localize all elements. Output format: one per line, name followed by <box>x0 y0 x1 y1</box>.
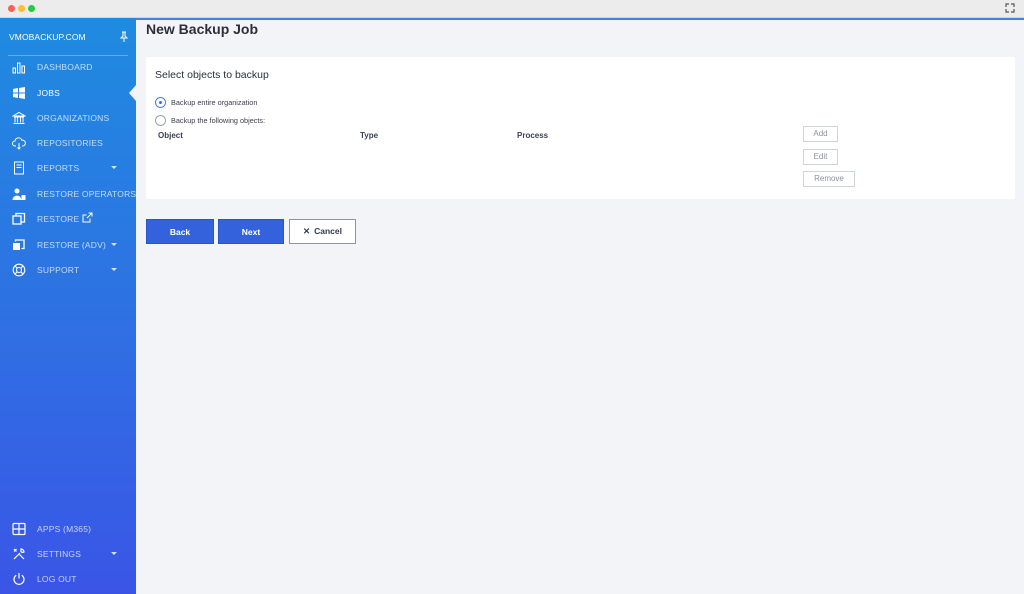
remove-button[interactable]: Remove <box>803 171 855 187</box>
sidebar-item-dashboard[interactable]: DASHBOARD <box>0 56 136 78</box>
restore-adv-icon <box>13 239 25 250</box>
pin-icon[interactable] <box>119 31 129 43</box>
sidebar-item-reports[interactable]: REPORTS <box>0 157 136 179</box>
backup-entire-org-option[interactable]: Backup entire organization <box>155 97 257 108</box>
bar-chart-icon <box>12 62 25 74</box>
radio-button[interactable] <box>155 97 166 108</box>
sidebar-item-organizations[interactable]: ORGANIZATIONS <box>0 107 136 129</box>
sidebar-item-label: REPOSITORIES <box>37 138 104 148</box>
power-icon <box>13 573 25 585</box>
chevron-down-icon <box>111 268 117 271</box>
sidebar-item-label: JOBS <box>37 88 61 98</box>
cancel-label: Cancel <box>314 226 342 236</box>
lifebuoy-icon <box>12 263 26 277</box>
card-title: Select objects to backup <box>155 69 269 81</box>
sidebar-item-apps[interactable]: APPS (M365) <box>0 518 136 540</box>
report-icon <box>14 161 24 175</box>
column-header-process[interactable]: Process <box>517 131 548 140</box>
sidebar-item-label: SUPPORT <box>37 265 80 275</box>
window-titlebar <box>0 0 1024 18</box>
cloud-icon <box>12 137 26 150</box>
backup-following-objects-option[interactable]: Backup the following objects: <box>155 115 265 126</box>
chevron-down-icon <box>111 166 117 169</box>
sidebar-item-restore[interactable]: RESTORE <box>0 208 136 230</box>
brand-name: VMOBACKUP.COM <box>9 32 86 42</box>
add-button[interactable]: Add <box>803 126 838 142</box>
radio-button[interactable] <box>155 115 166 126</box>
sidebar-item-restore-adv[interactable]: RESTORE (ADV) <box>0 234 136 256</box>
close-icon: ✕ <box>303 226 311 236</box>
sidebar-item-label: RESTORE <box>37 214 80 224</box>
fullscreen-icon[interactable] <box>1004 3 1016 15</box>
restore-icon <box>12 212 26 225</box>
external-link-icon <box>82 212 93 223</box>
backup-objects-card: Select objects to backup Backup entire o… <box>146 57 1015 199</box>
bank-icon <box>12 111 26 124</box>
apps-grid-icon <box>12 522 26 536</box>
users-icon <box>12 188 26 200</box>
close-window-button[interactable] <box>8 5 15 12</box>
column-header-type[interactable]: Type <box>360 131 378 140</box>
cancel-button[interactable]: ✕ Cancel <box>289 219 356 244</box>
tools-icon <box>13 548 25 560</box>
sidebar-item-support[interactable]: SUPPORT <box>0 259 136 281</box>
sidebar-item-restore-operators[interactable]: RESTORE OPERATORS <box>0 183 136 205</box>
back-button[interactable]: Back <box>146 219 214 244</box>
sidebar-item-label: ORGANIZATIONS <box>37 113 110 123</box>
edit-button[interactable]: Edit <box>803 149 838 165</box>
page-title: New Backup Job <box>146 21 259 37</box>
sidebar-item-label: APPS (M365) <box>37 524 92 534</box>
sidebar-item-settings[interactable]: SETTINGS <box>0 543 136 565</box>
sidebar-item-label: LOG OUT <box>37 574 77 584</box>
sidebar-item-repositories[interactable]: REPOSITORIES <box>0 132 136 154</box>
sidebar-item-label: REPORTS <box>37 163 80 173</box>
active-indicator <box>129 85 136 101</box>
chevron-down-icon <box>111 243 117 246</box>
sidebar: VMOBACKUP.COM DASHBOARD JOBS ORGANIZATIO… <box>0 18 136 594</box>
minimize-window-button[interactable] <box>18 5 25 12</box>
radio-label: Backup entire organization <box>171 98 258 107</box>
radio-label: Backup the following objects: <box>171 116 266 125</box>
chevron-down-icon <box>111 552 117 555</box>
sidebar-item-jobs[interactable]: JOBS <box>0 82 136 104</box>
sidebar-item-label: DASHBOARD <box>37 62 93 72</box>
maximize-window-button[interactable] <box>28 5 35 12</box>
column-header-object[interactable]: Object <box>158 131 183 140</box>
sidebar-item-label: SETTINGS <box>37 549 82 559</box>
sidebar-item-logout[interactable]: LOG OUT <box>0 568 136 590</box>
windows-icon <box>13 87 25 99</box>
sidebar-item-label: RESTORE (ADV) <box>37 240 107 250</box>
header-accent-line <box>136 18 1024 20</box>
sidebar-item-label: RESTORE OPERATORS <box>37 189 137 199</box>
next-button[interactable]: Next <box>218 219 284 244</box>
